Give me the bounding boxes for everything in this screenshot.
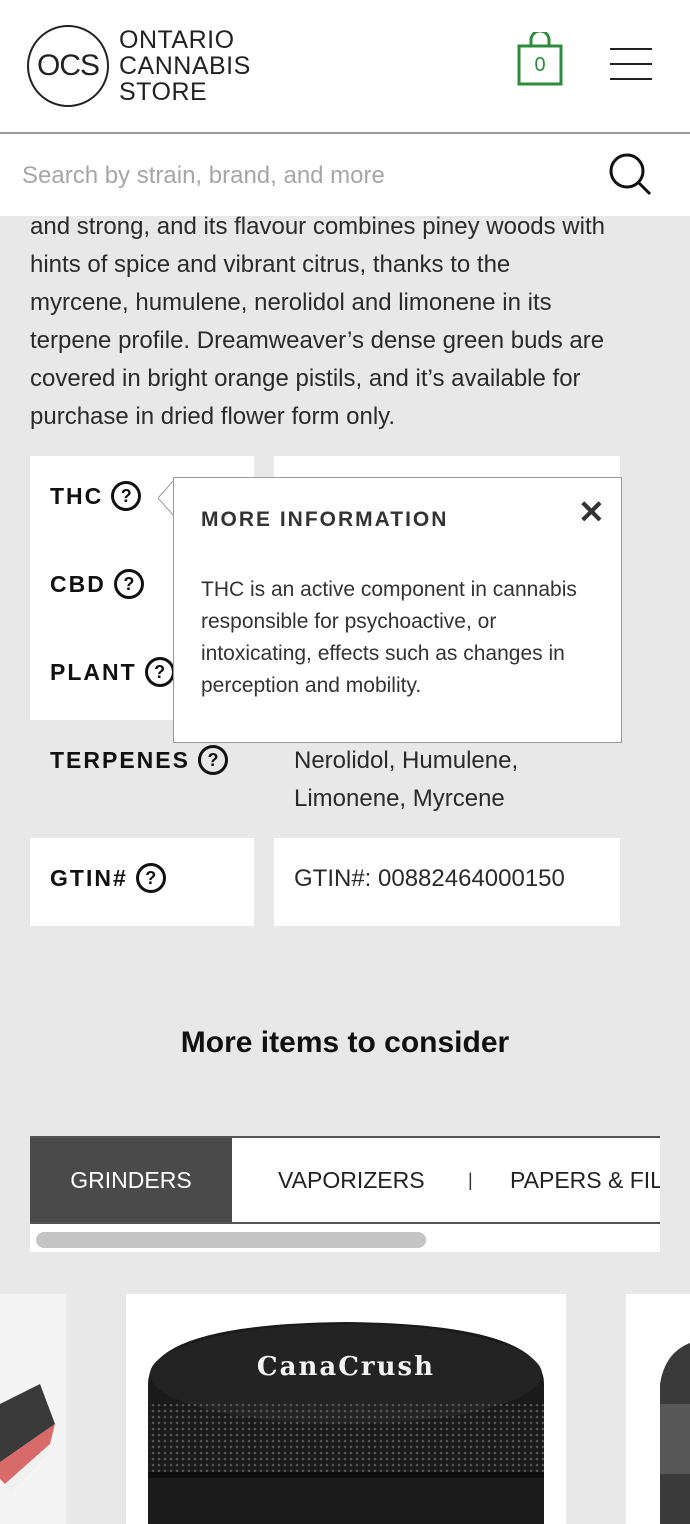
terpenes-value-line: Limonene, Myrcene [294,785,505,812]
help-icon[interactable]: ? [113,569,144,599]
cart-button[interactable]: 0 [516,29,564,86]
grinder-image [126,1294,566,1524]
more-items-title: More items to consider [180,1026,510,1059]
description-line: covered in bright orange pistils, and it… [30,365,581,392]
product-description: and strong, and its flavour combines pin… [30,208,670,436]
cbd-label: CBD ? [50,569,144,599]
hamburger-menu-icon[interactable] [610,48,652,80]
cart-count: 0 [534,54,546,76]
gtin-value: GTIN#: 00882464000150 [294,865,565,892]
search-bar [0,134,690,216]
description-line: hints of spice and vibrant citrus, thank… [30,251,511,278]
product-brand-text: CanaCrush [256,1352,436,1382]
logo-line: STORE [119,78,208,106]
logo-line: CANNABIS [119,52,251,80]
product-image [626,1294,690,1524]
ocs-logo[interactable]: OCS ONTARIO CANNABIS STORE [27,25,251,107]
help-icon[interactable]: ? [144,657,175,687]
cbd-label-text: CBD [50,570,106,597]
gtin-label: GTIN# ? [50,863,166,893]
tabs-scrollbar-thumb[interactable] [36,1232,426,1248]
info-popover: MORE INFORMATION ✕ THC is an active comp… [173,477,622,743]
terpenes-label: TERPENES ? [50,745,228,775]
product-image [0,1294,66,1524]
terpenes-value-line: Nerolidol, Humulene, [294,747,519,774]
description-line: and strong, and its flavour combines pin… [30,213,605,240]
search-icon[interactable] [608,152,652,196]
help-icon[interactable]: ? [197,745,228,775]
tab-vaporizers[interactable]: VAPORIZERS [278,1138,425,1222]
site-header: OCS ONTARIO CANNABIS STORE 0 [0,0,690,134]
help-icon[interactable]: ? [135,863,166,893]
popover-title: MORE INFORMATION [201,508,449,531]
popover-body: THC is an active component in cannabis r… [201,578,577,697]
terpenes-value: Nerolidol, Humulene, Limonene, Myrcene [294,742,518,818]
logo-mark: OCS [27,25,109,107]
product-card[interactable]: CanaCrush [126,1294,566,1524]
close-icon[interactable]: ✕ [578,496,605,528]
terpenes-label-text: TERPENES [50,746,190,773]
description-line: myrcene, humulene, nerolidol and limonen… [30,289,552,316]
description-line: purchase in dried flower form only. [30,403,396,430]
tab-grinders[interactable]: GRINDERS [30,1138,232,1222]
gtin-label-text: GTIN# [50,864,128,891]
logo-line: ONTARIO [119,26,235,54]
product-card[interactable] [626,1294,690,1524]
category-tabs: GRINDERS VAPORIZERS | PAPERS & FIL [30,1136,660,1224]
thc-label: THC ? [50,481,142,511]
thc-label-text: THC [50,482,104,509]
product-card[interactable] [0,1294,66,1524]
logo-wordmark: ONTARIO CANNABIS STORE [119,27,251,105]
search-input[interactable] [20,152,584,200]
help-icon[interactable]: ? [111,481,142,511]
plant-label-text: PLANT [50,658,137,685]
tab-separator: | [468,1170,473,1190]
description-line: terpene profile. Dreamweaver’s dense gre… [30,327,605,354]
plant-label: PLANT ? [50,657,175,687]
tab-papers[interactable]: PAPERS & FIL [510,1138,660,1222]
